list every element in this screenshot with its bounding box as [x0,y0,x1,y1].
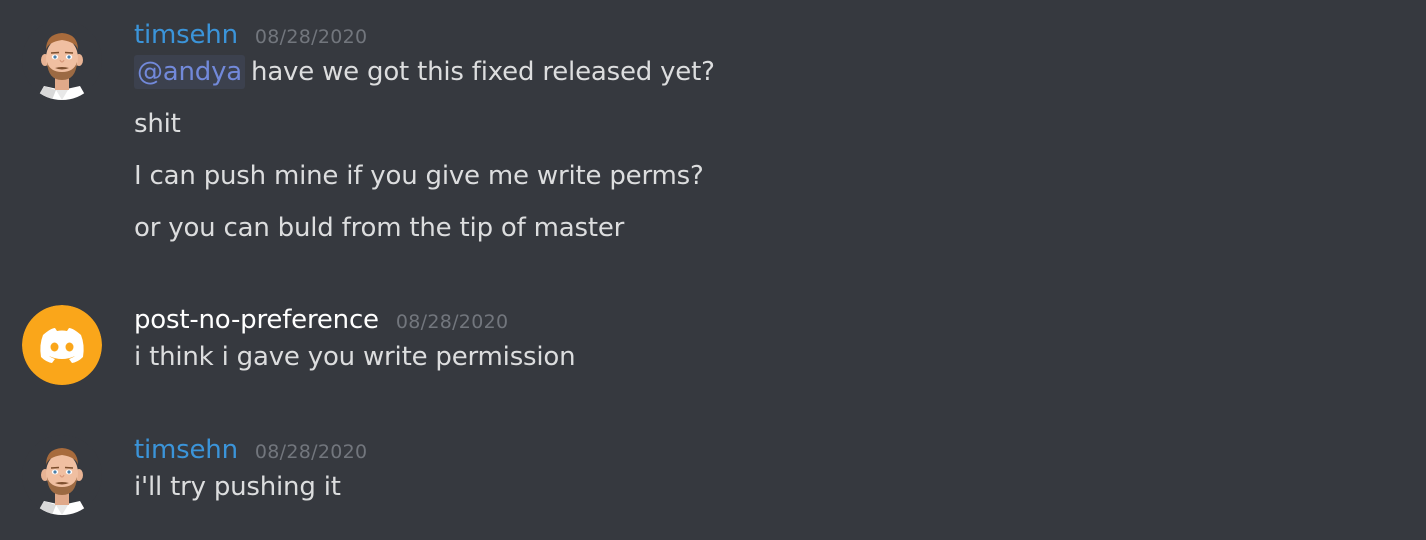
user-mention[interactable]: @andya [134,55,246,89]
bearded-man-avatar-icon [22,20,102,100]
message-header: timsehn 08/28/2020 [134,20,1386,50]
user-avatar[interactable] [22,435,102,515]
message-line: @andya have we got this fixed released ye… [134,50,1386,102]
timestamp: 08/28/2020 [254,441,368,463]
user-avatar[interactable] [22,20,102,100]
message-content: timsehn 08/28/2020 @andya have we got thi… [134,20,1386,258]
user-avatar[interactable] [22,305,102,385]
discord-logo-icon [22,305,102,385]
message-line: or you can buld from the tip of master [134,213,625,243]
username[interactable]: timsehn [134,20,238,50]
timestamp: 08/28/2020 [395,311,509,333]
timestamp: 08/28/2020 [254,26,368,48]
message-header: timsehn 08/28/2020 [134,435,1386,465]
message-line: I can push mine if you give me write per… [134,161,704,191]
message-header: post-no-preference 08/28/2020 [134,305,1386,335]
bearded-man-avatar-icon [22,435,102,515]
message-line: i'll try pushing it [134,472,341,502]
username[interactable]: post-no-preference [134,305,379,335]
message-content: timsehn 08/28/2020 i'll try pushing it [134,435,1386,517]
message-content: post-no-preference 08/28/2020 i think i … [134,305,1386,387]
message-line: shit [134,109,181,139]
chat-messages: timsehn 08/28/2020 @andya have we got thi… [0,0,1426,540]
message-text: have we got this fixed released yet? [251,57,715,87]
message-line: i think i gave you write permission [134,342,576,372]
username[interactable]: timsehn [134,435,238,465]
